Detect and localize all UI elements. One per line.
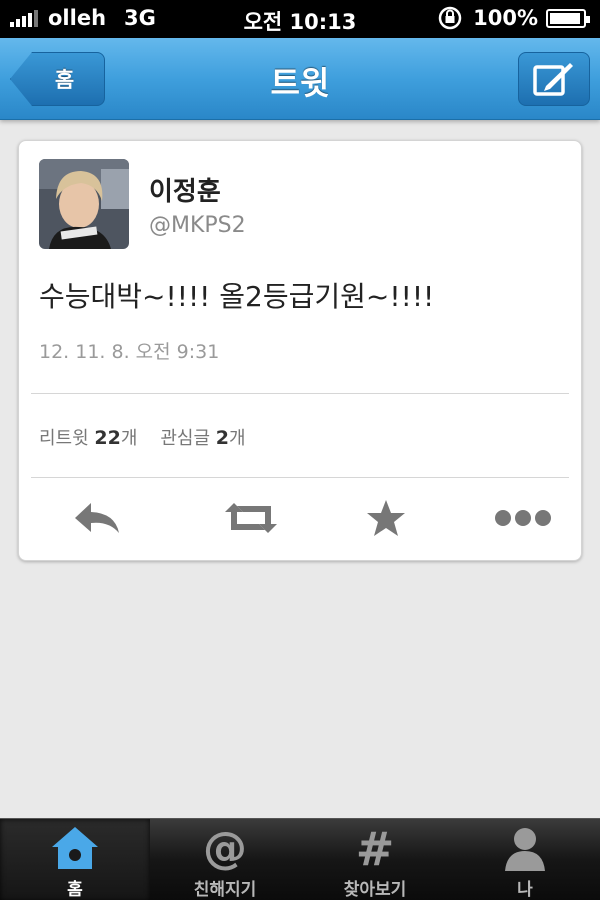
tab-discover-label: 찾아보기 xyxy=(343,880,407,900)
favorite-star-icon xyxy=(367,500,405,536)
tab-connect[interactable]: @ 친해지기 xyxy=(150,819,300,900)
retweet-icon xyxy=(225,503,277,533)
hash-icon: # xyxy=(356,825,395,871)
favorite-count: 2 xyxy=(215,427,229,449)
favorite-unit: 개 xyxy=(228,428,246,449)
at-icon: @ xyxy=(203,825,247,871)
compose-button[interactable] xyxy=(518,52,590,106)
more-button[interactable] xyxy=(493,493,553,543)
tab-me-label: 나 xyxy=(517,880,533,900)
tweet-stats: 리트윗 22개 관심글 2개 xyxy=(39,424,246,450)
page-title: 트윗 xyxy=(270,64,330,102)
tab-home-label: 홈 xyxy=(67,880,83,900)
svg-text:#: # xyxy=(356,825,395,871)
compose-quill-icon xyxy=(533,63,573,96)
divider xyxy=(31,477,569,478)
reply-icon xyxy=(75,503,119,533)
retweet-count-link[interactable]: 리트윗 22개 xyxy=(39,427,138,449)
tweet-card: 이정훈 @MKPS2 수능대박~!!!! 올2등급기원~!!!! 12. 11.… xyxy=(18,140,582,561)
tab-bar: 홈 @ 친해지기 # 찾아보기 나 xyxy=(0,818,600,900)
more-icon xyxy=(495,510,551,526)
user-name[interactable]: 이정훈 xyxy=(149,171,221,208)
retweet-unit: 개 xyxy=(120,428,138,449)
retweet-button[interactable] xyxy=(221,493,281,543)
tab-discover[interactable]: # 찾아보기 xyxy=(300,819,450,900)
navigation-bar: 홈 트윗 xyxy=(0,38,600,120)
person-icon xyxy=(505,828,545,871)
retweet-label: 리트윗 xyxy=(39,428,89,449)
tweet-text: 수능대박~!!!! 올2등급기원~!!!! xyxy=(39,280,435,313)
rotation-lock-icon xyxy=(438,6,462,30)
tab-me[interactable]: 나 xyxy=(450,819,600,900)
home-icon xyxy=(52,827,98,869)
tweet-timestamp: 12. 11. 8. 오전 9:31 xyxy=(39,341,220,363)
battery-icon xyxy=(546,8,590,28)
user-handle[interactable]: @MKPS2 xyxy=(149,213,246,238)
avatar[interactable] xyxy=(39,159,129,249)
tweet-actions xyxy=(19,493,581,543)
favorite-count-link[interactable]: 관심글 2개 xyxy=(160,427,246,449)
tab-home[interactable]: 홈 xyxy=(0,819,150,900)
battery-percent: 100% xyxy=(473,6,538,30)
favorite-label: 관심글 xyxy=(160,428,211,449)
retweet-count: 22 xyxy=(94,427,121,449)
tab-connect-label: 친해지기 xyxy=(193,880,257,900)
divider xyxy=(31,393,569,394)
reply-button[interactable] xyxy=(67,493,127,543)
favorite-button[interactable] xyxy=(356,493,416,543)
status-bar: olleh 3G 오전 10:13 100% xyxy=(0,0,600,38)
svg-text:@: @ xyxy=(203,825,247,871)
